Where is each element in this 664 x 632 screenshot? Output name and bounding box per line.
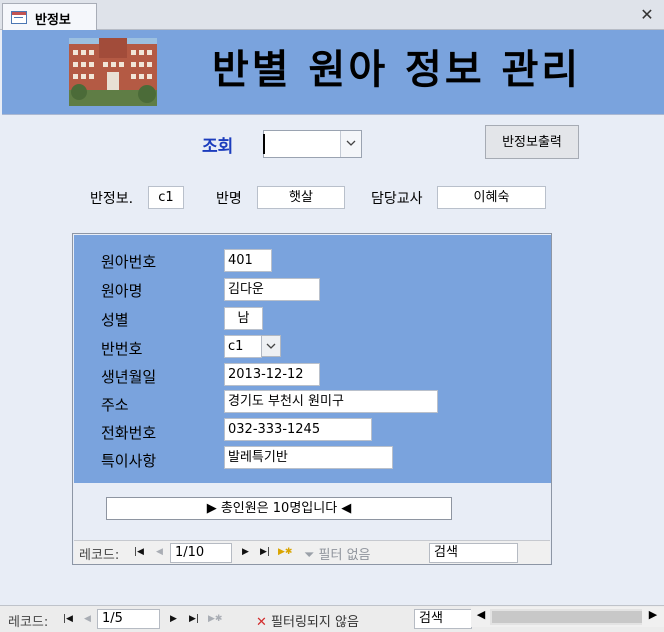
child-no-label: 원아번호 <box>101 253 157 271</box>
filter-icon: ⏷ <box>304 548 315 563</box>
class-name-label: 반명 <box>216 191 242 207</box>
child-no-field[interactable]: 401 <box>224 249 272 272</box>
filter-status[interactable]: ✕ 필터링되지 않음 <box>256 611 359 630</box>
total-count-box: ▶ 총인원은 10명입니다 ◀ <box>106 497 452 520</box>
new-record-icon[interactable]: ▶✱ <box>278 547 292 557</box>
record-position[interactable]: 1/5 <box>97 609 160 629</box>
document-tab-label: 반정보 <box>35 13 71 28</box>
previous-record-icon[interactable]: ◀ <box>156 547 163 557</box>
teacher-label: 담당교사 <box>371 191 423 207</box>
gender-field[interactable]: 남 <box>224 307 263 330</box>
record-search-input[interactable]: 검색 <box>429 543 518 563</box>
gender-label: 성별 <box>101 311 129 329</box>
close-icon[interactable]: ✕ <box>636 4 658 26</box>
form-header: 반별 원아 정보 관리 <box>2 30 664 115</box>
text-caret <box>263 134 265 154</box>
scrollbar-thumb[interactable] <box>492 611 642 623</box>
filter-status-label: 필터링되지 않음 <box>271 615 359 630</box>
scroll-left-icon[interactable]: ◀ <box>473 608 489 626</box>
next-record-icon[interactable]: ▶ <box>242 547 249 557</box>
document-tab-bar <box>0 0 664 30</box>
class-number-combo[interactable]: c1 <box>224 335 262 358</box>
class-no-label: 반정보. <box>90 191 134 207</box>
class-name-field[interactable]: 햇살 <box>257 186 345 209</box>
first-record-icon[interactable]: |◀ <box>63 614 73 624</box>
document-tab[interactable]: 반정보 <box>2 3 97 30</box>
filter-status-label: 필터 없음 <box>318 548 371 563</box>
phone-label: 전화번호 <box>101 424 157 442</box>
filter-icon: ✕ <box>256 615 267 630</box>
record-label: 레코드: <box>8 615 49 630</box>
new-record-icon[interactable]: ▶✱ <box>208 614 222 624</box>
print-class-info-button[interactable]: 반정보출력 <box>485 125 579 159</box>
first-record-icon[interactable]: |◀ <box>134 547 144 557</box>
search-label: 조회 <box>202 137 234 157</box>
form-icon <box>11 11 27 24</box>
record-label: 레코드: <box>79 548 120 563</box>
class-no-field[interactable]: c1 <box>148 186 184 209</box>
chevron-down-icon[interactable] <box>261 335 281 357</box>
form-title: 반별 원아 정보 관리 <box>212 46 582 93</box>
record-position[interactable]: 1/10 <box>170 543 232 563</box>
address-label: 주소 <box>101 396 129 414</box>
phone-field[interactable]: 032-333-1245 <box>224 418 372 441</box>
last-record-icon[interactable]: ▶| <box>189 614 199 624</box>
scroll-right-icon[interactable]: ▶ <box>645 608 661 626</box>
record-search-input[interactable]: 검색 <box>414 609 472 629</box>
notes-label: 특이사항 <box>101 452 157 470</box>
last-record-icon[interactable]: ▶| <box>260 547 270 557</box>
subform-record-navigator: 레코드: |◀ ◀ 1/10 ▶ ▶| ▶✱ ⏷ 필터 없음 검색 <box>74 540 550 564</box>
class-number-label: 반번호 <box>101 340 143 358</box>
birthdate-label: 생년월일 <box>101 368 157 386</box>
child-name-label: 원아명 <box>101 282 143 300</box>
previous-record-icon[interactable]: ◀ <box>84 614 91 624</box>
chevron-down-icon[interactable] <box>340 131 361 157</box>
birthdate-field[interactable]: 2013-12-12 <box>224 363 320 386</box>
school-building-image <box>69 38 157 106</box>
child-name-field[interactable]: 김다운 <box>224 278 320 301</box>
notes-field[interactable]: 발레특기반 <box>224 446 393 469</box>
address-field[interactable]: 경기도 부천시 원미구 <box>224 390 438 413</box>
teacher-field[interactable]: 이혜숙 <box>437 186 546 209</box>
next-record-icon[interactable]: ▶ <box>170 614 177 624</box>
filter-status[interactable]: ⏷ 필터 없음 <box>304 544 371 563</box>
